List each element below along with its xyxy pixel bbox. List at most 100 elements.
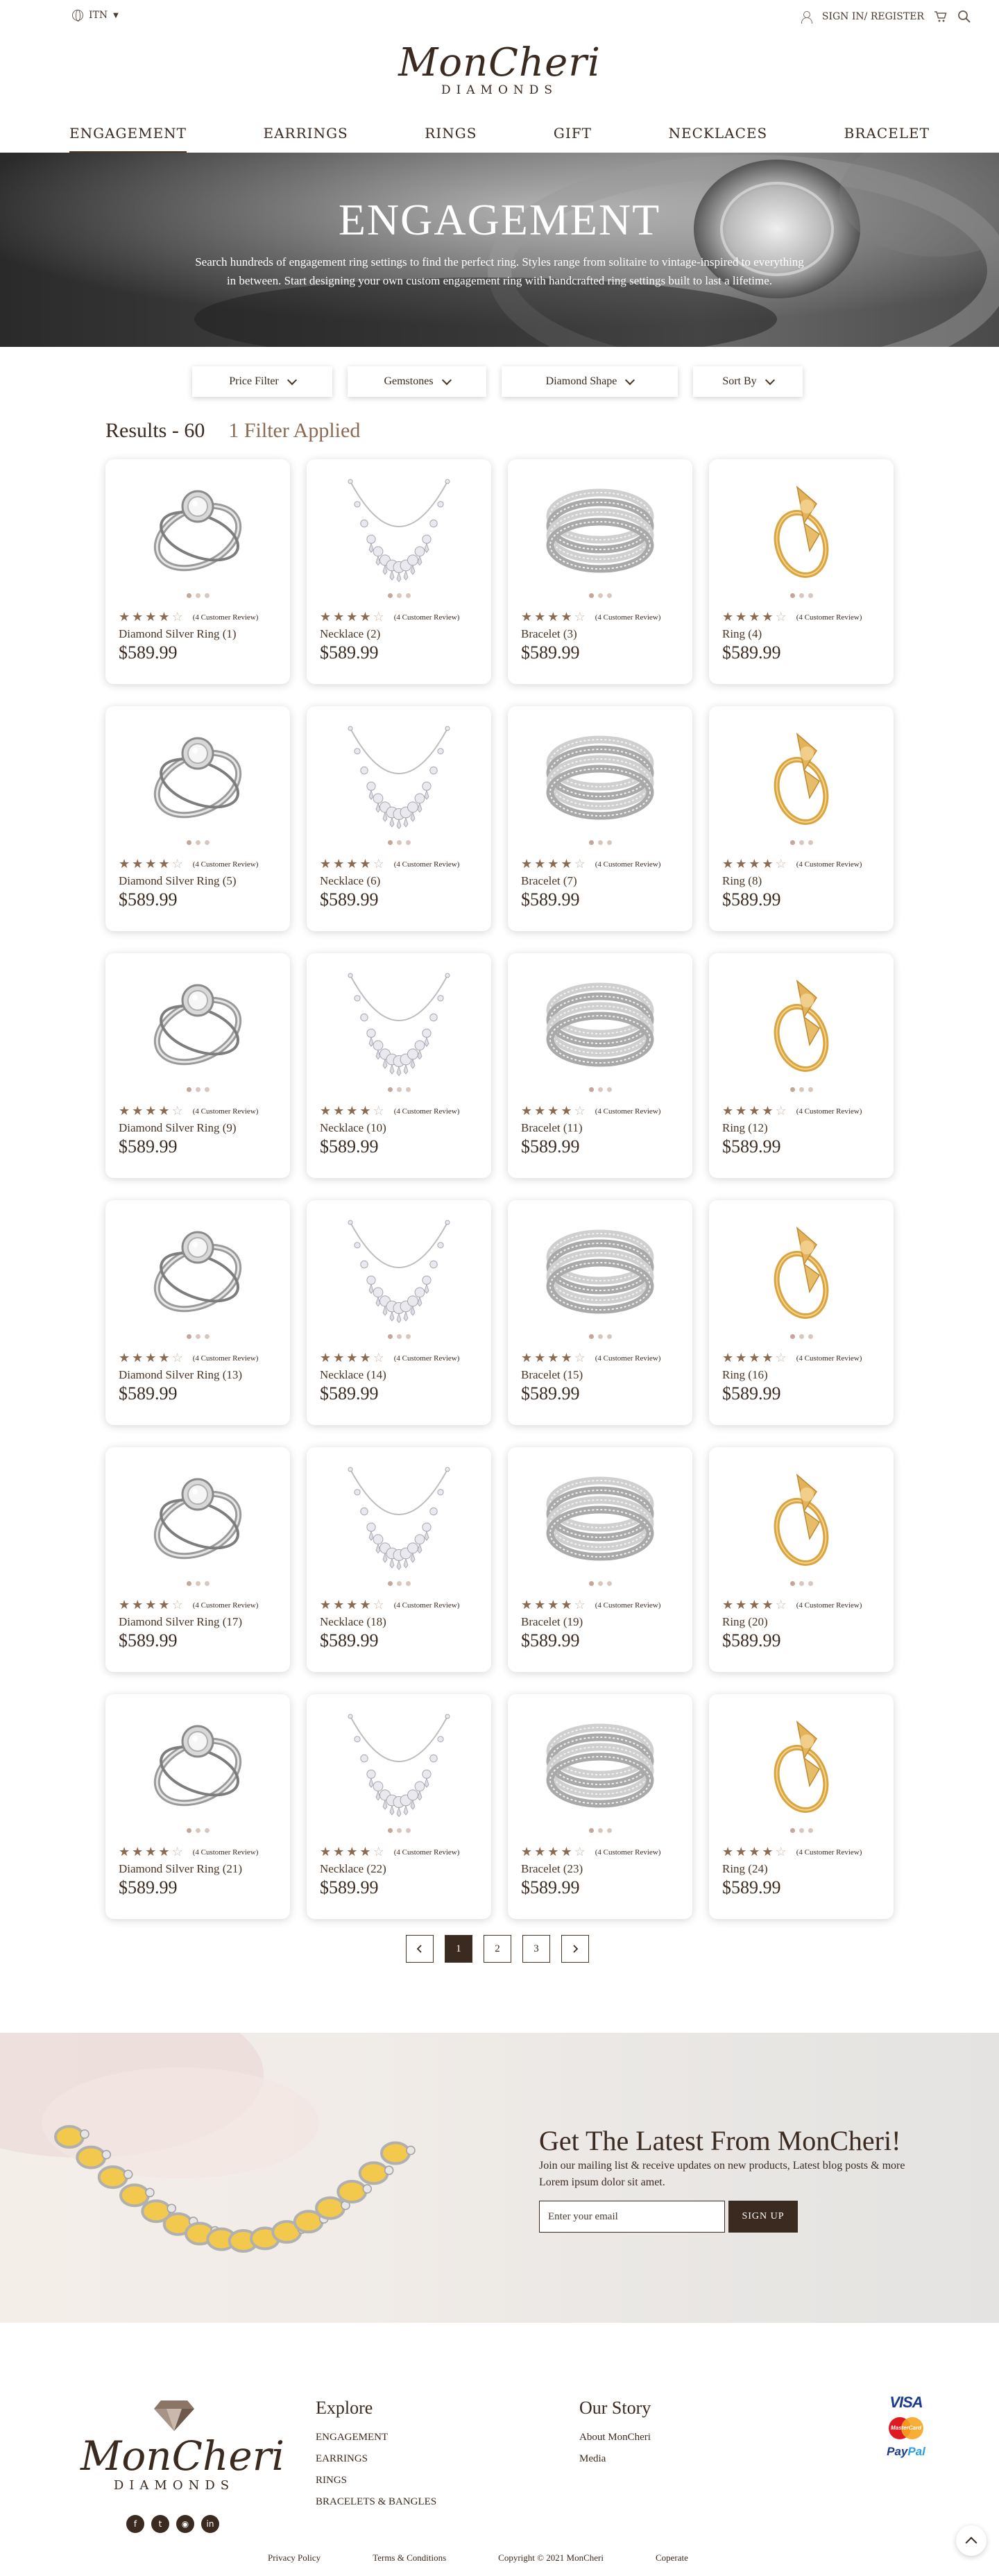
email-input[interactable]: [539, 2201, 725, 2233]
carousel-dot[interactable]: [597, 1828, 603, 1833]
carousel-dot[interactable]: [387, 593, 393, 598]
page-button-2[interactable]: 2: [484, 1935, 511, 1963]
product-card[interactable]: ★ ★ ★ ★ ☆ (4 Customer Review) Bracelet (7) $589…: [508, 706, 692, 931]
product-card[interactable]: ★ ★ ★ ★ ☆ (4 Customer Review) Necklace (2) $589…: [307, 459, 491, 684]
review-count[interactable]: (4 Customer Review): [394, 1601, 460, 1610]
product-name[interactable]: Ring (4): [722, 627, 762, 641]
product-card[interactable]: ★ ★ ★ ★ ☆ (4 Customer Review) Ring (20) $589.99: [709, 1447, 894, 1672]
footer-link-earrings[interactable]: EARRINGS: [316, 2448, 436, 2470]
product-name[interactable]: Ring (16): [722, 1368, 768, 1382]
product-name[interactable]: Diamond Silver Ring (17): [119, 1615, 242, 1629]
product-name[interactable]: Ring (24): [722, 1862, 768, 1876]
product-card[interactable]: ★ ★ ★ ★ ☆ (4 Customer Review) Bracelet (3) $589…: [508, 459, 692, 684]
image-carousel-dots[interactable]: [105, 1828, 290, 1833]
review-count[interactable]: (4 Customer Review): [193, 613, 259, 622]
carousel-dot[interactable]: [186, 840, 191, 845]
prev-page-button[interactable]: [406, 1935, 434, 1963]
product-card[interactable]: ★ ★ ★ ★ ☆ (4 Customer Review) Bracelet (15) $58…: [508, 1200, 692, 1425]
product-name[interactable]: Ring (8): [722, 874, 762, 888]
review-count[interactable]: (4 Customer Review): [796, 613, 862, 622]
carousel-dot[interactable]: [396, 840, 402, 845]
review-count[interactable]: (4 Customer Review): [796, 860, 862, 869]
carousel-dot[interactable]: [789, 1087, 795, 1092]
product-image[interactable]: [531, 1209, 669, 1327]
image-carousel-dots[interactable]: [307, 1087, 491, 1092]
image-carousel-dots[interactable]: [307, 1581, 491, 1586]
image-carousel-dots[interactable]: [105, 840, 290, 845]
carousel-dot[interactable]: [606, 1581, 612, 1586]
carousel-dot[interactable]: [799, 840, 804, 845]
page-button-1[interactable]: 1: [445, 1935, 472, 1963]
nav-item-gift[interactable]: GIFT: [554, 122, 592, 153]
product-image[interactable]: [732, 962, 871, 1080]
product-card[interactable]: ★ ★ ★ ★ ☆ (4 Customer Review) Diamond Silver R…: [105, 953, 290, 1178]
review-count[interactable]: (4 Customer Review): [595, 860, 661, 869]
product-image[interactable]: [330, 1703, 468, 1820]
image-carousel-dots[interactable]: [709, 1828, 894, 1833]
product-name[interactable]: Diamond Silver Ring (9): [119, 1121, 237, 1135]
carousel-dot[interactable]: [597, 840, 603, 845]
product-image[interactable]: [732, 468, 871, 586]
carousel-dot[interactable]: [387, 1828, 393, 1833]
carousel-dot[interactable]: [789, 1334, 795, 1339]
carousel-dot[interactable]: [799, 1828, 804, 1833]
product-image[interactable]: [732, 715, 871, 833]
image-carousel-dots[interactable]: [307, 1334, 491, 1339]
product-image[interactable]: [531, 1703, 669, 1820]
carousel-dot[interactable]: [799, 1334, 804, 1339]
image-carousel-dots[interactable]: [508, 840, 692, 845]
search-icon[interactable]: [957, 10, 971, 24]
twitter-icon[interactable]: t: [151, 2515, 169, 2533]
carousel-dot[interactable]: [195, 840, 200, 845]
product-card[interactable]: ★ ★ ★ ★ ☆ (4 Customer Review) Ring (24) $589.99: [709, 1694, 894, 1919]
carousel-dot[interactable]: [204, 1087, 210, 1092]
carousel-dot[interactable]: [186, 1334, 191, 1339]
carousel-dot[interactable]: [789, 1828, 795, 1833]
image-carousel-dots[interactable]: [105, 1581, 290, 1586]
carousel-dot[interactable]: [405, 1828, 411, 1833]
review-count[interactable]: (4 Customer Review): [394, 1848, 460, 1857]
carousel-dot[interactable]: [186, 593, 191, 598]
carousel-dot[interactable]: [396, 1581, 402, 1586]
product-image[interactable]: [531, 715, 669, 833]
gemstones-dropdown[interactable]: Gemstones: [348, 366, 486, 397]
price-filter-dropdown[interactable]: Price Filter: [192, 366, 332, 397]
product-name[interactable]: Bracelet (11): [521, 1121, 583, 1135]
product-image[interactable]: [732, 1703, 871, 1820]
coperate-link[interactable]: Coperate: [656, 2552, 688, 2564]
signin-register-link[interactable]: SIGN IN/ REGISTER: [822, 11, 924, 22]
nav-item-engagement[interactable]: ENGAGEMENT: [69, 122, 187, 153]
product-card[interactable]: ★ ★ ★ ★ ☆ (4 Customer Review) Ring (4) $589.99: [709, 459, 894, 684]
nav-item-necklaces[interactable]: NECKLACES: [669, 122, 768, 153]
carousel-dot[interactable]: [597, 1334, 603, 1339]
carousel-dot[interactable]: [195, 1828, 200, 1833]
carousel-dot[interactable]: [606, 1087, 612, 1092]
review-count[interactable]: (4 Customer Review): [595, 1107, 661, 1116]
review-count[interactable]: (4 Customer Review): [595, 1848, 661, 1857]
product-card[interactable]: ★ ★ ★ ★ ☆ (4 Customer Review) Necklace (10) $58…: [307, 953, 491, 1178]
carousel-dot[interactable]: [204, 1581, 210, 1586]
carousel-dot[interactable]: [808, 1087, 813, 1092]
product-card[interactable]: ★ ★ ★ ★ ☆ (4 Customer Review) Diamond Silver R…: [105, 1200, 290, 1425]
product-name[interactable]: Necklace (22): [320, 1862, 386, 1876]
review-count[interactable]: (4 Customer Review): [394, 613, 460, 622]
product-image[interactable]: [128, 1703, 267, 1820]
image-carousel-dots[interactable]: [709, 1087, 894, 1092]
carousel-dot[interactable]: [597, 593, 603, 598]
product-card[interactable]: ★ ★ ★ ★ ☆ (4 Customer Review) Diamond Silver R…: [105, 1694, 290, 1919]
review-count[interactable]: (4 Customer Review): [595, 1354, 661, 1363]
product-name[interactable]: Bracelet (3): [521, 627, 577, 641]
carousel-dot[interactable]: [204, 1828, 210, 1833]
review-count[interactable]: (4 Customer Review): [796, 1354, 862, 1363]
review-count[interactable]: (4 Customer Review): [394, 860, 460, 869]
carousel-dot[interactable]: [405, 593, 411, 598]
product-card[interactable]: ★ ★ ★ ★ ☆ (4 Customer Review) Necklace (18) $58…: [307, 1447, 491, 1672]
review-count[interactable]: (4 Customer Review): [193, 1107, 259, 1116]
product-image[interactable]: [128, 468, 267, 586]
image-carousel-dots[interactable]: [508, 1828, 692, 1833]
carousel-dot[interactable]: [606, 1334, 612, 1339]
review-count[interactable]: (4 Customer Review): [193, 1601, 259, 1610]
product-card[interactable]: ★ ★ ★ ★ ☆ (4 Customer Review) Ring (16) $589.99: [709, 1200, 894, 1425]
brand-logo[interactable]: MonCheri DIAMONDS: [0, 40, 999, 97]
product-name[interactable]: Diamond Silver Ring (21): [119, 1862, 242, 1876]
